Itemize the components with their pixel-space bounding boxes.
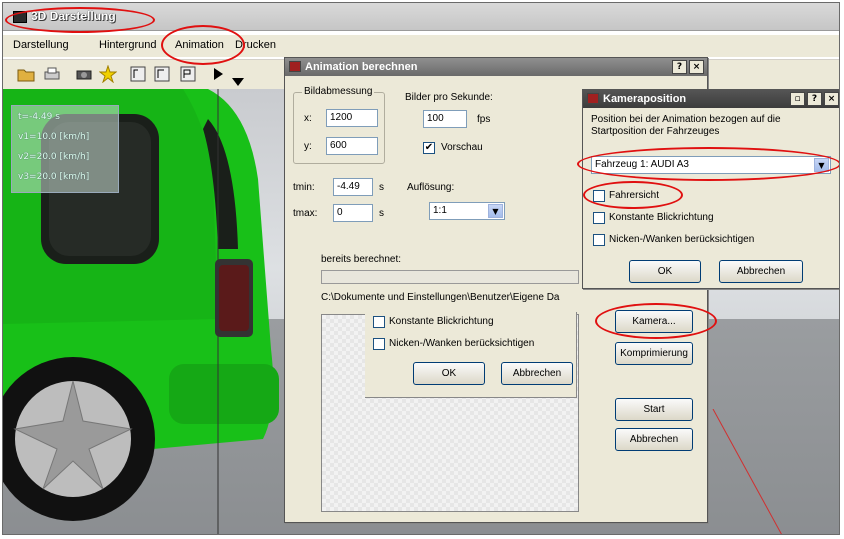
menu-darstellung[interactable]: Darstellung	[13, 39, 69, 51]
dialog-icon	[289, 61, 301, 72]
dropdown-icon[interactable]	[229, 72, 244, 86]
preview-label: Vorschau	[441, 142, 483, 153]
pin-icon[interactable]: ▫	[790, 92, 805, 106]
size-group-title: Bildabmessung	[302, 86, 375, 97]
annotation-ellipse	[5, 7, 155, 33]
menu-bar: Darstellung Hintergrund Animation Drucke…	[3, 35, 839, 57]
cancel-button[interactable]: Abbrechen	[615, 428, 693, 451]
pitch-roll-checkbox[interactable]	[593, 234, 605, 246]
compression-button[interactable]: Komprimierung	[615, 342, 693, 365]
dialog-icon	[587, 93, 599, 104]
camera-icon[interactable]	[75, 65, 93, 83]
close-icon[interactable]: ×	[824, 92, 839, 106]
ghost-checkbox	[373, 338, 385, 350]
start-button[interactable]: Start	[615, 398, 693, 421]
x-label: x:	[304, 113, 312, 124]
overlay-row: t=-4.49 s	[18, 112, 60, 122]
camera-cancel-button[interactable]: Abbrechen	[719, 260, 803, 283]
ghost-checkbox	[373, 316, 385, 328]
star-icon[interactable]	[98, 64, 118, 84]
tmin-label: tmin:	[293, 182, 315, 193]
view-c-icon[interactable]	[179, 65, 197, 83]
pitch-roll-label: Nicken-/Wanken berücksichtigen	[609, 234, 755, 245]
constant-view-label: Konstante Blickrichtung	[609, 212, 714, 223]
ghost-check-label: Konstante Blickrichtung	[389, 316, 494, 327]
help-icon[interactable]: ?	[672, 60, 687, 74]
animation-dialog-title: Animation berechnen	[305, 61, 418, 73]
annotation-ellipse	[595, 303, 717, 339]
size-group: Bildabmessung x: y: 1200 600	[293, 86, 385, 164]
app-window: 3D Darstellung Darstellung Hintergrund A…	[2, 2, 840, 535]
ghost-check-label: Nicken-/Wanken berücksichtigen	[389, 338, 535, 349]
resolution-label: Auflösung:	[407, 182, 455, 193]
overlay-row: v3=20.0 [km/h]	[18, 172, 90, 182]
annotation-ellipse	[577, 147, 839, 181]
fps-input[interactable]: 100	[423, 110, 467, 128]
tmax-input[interactable]: 0	[333, 204, 373, 222]
fps-unit: fps	[477, 114, 491, 125]
tmax-label: tmax:	[293, 208, 318, 219]
chevron-down-icon[interactable]: ▼	[488, 204, 503, 218]
play-icon[interactable]	[209, 65, 227, 83]
width-input[interactable]: 1200	[326, 109, 378, 127]
annotation-ellipse	[161, 25, 245, 65]
resolution-value: 1:1	[433, 205, 447, 216]
camera-dialog-titlebar: Kameraposition ▫ ? ×	[583, 90, 839, 108]
open-folder-icon[interactable]	[17, 65, 35, 83]
view-a-icon[interactable]	[129, 65, 147, 83]
tmin-unit: s	[379, 182, 384, 193]
menu-hintergrund[interactable]: Hintergrund	[99, 39, 156, 51]
ghost-cancel-button: Abbrechen	[501, 362, 573, 385]
progress-bar	[321, 270, 579, 284]
tmin-input[interactable]: -4.49	[333, 178, 373, 196]
y-label: y:	[304, 141, 312, 152]
camera-dialog-title: Kameraposition	[603, 93, 687, 105]
close-icon[interactable]: ×	[689, 60, 704, 74]
ghost-ok-button: OK	[413, 362, 485, 385]
preview-checkbox[interactable]: ✔	[423, 142, 435, 154]
animation-dialog-titlebar: Animation berechnen ? ×	[285, 58, 707, 76]
overlay-row: v1=10.0 [km/h]	[18, 132, 90, 142]
constant-view-checkbox[interactable]	[593, 212, 605, 224]
view-b-icon[interactable]	[153, 65, 171, 83]
overlay-row: v2=20.0 [km/h]	[18, 152, 90, 162]
tmax-unit: s	[379, 208, 384, 219]
progress-label: bereits berechnet:	[321, 254, 402, 265]
height-input[interactable]: 600	[326, 137, 378, 155]
output-path: C:\Dokumente und Einstellungen\Benutzer\…	[321, 292, 560, 303]
print-icon[interactable]	[43, 65, 61, 83]
resolution-select[interactable]: 1:1 ▼	[429, 202, 505, 220]
help-icon[interactable]: ?	[807, 92, 822, 106]
annotation-ellipse	[583, 181, 683, 209]
info-overlay: t=-4.49 s v1=10.0 [km/h] v2=20.0 [km/h] …	[11, 105, 119, 193]
camera-description: Position bei der Animation bezogen auf d…	[591, 114, 781, 137]
fps-label: Bilder pro Sekunde:	[405, 92, 493, 103]
camera-ok-button[interactable]: OK	[629, 260, 701, 283]
axis-line	[712, 409, 782, 534]
ghost-camera-panel: Konstante Blickrichtung Nicken-/Wanken b…	[365, 312, 577, 398]
